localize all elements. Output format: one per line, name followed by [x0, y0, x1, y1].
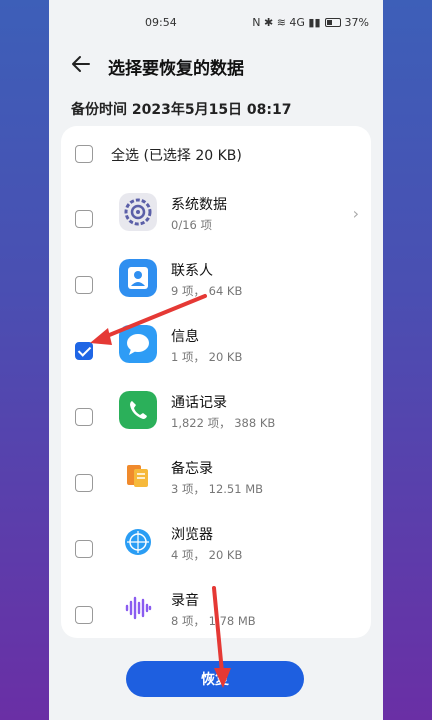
header: 选择要恢复的数据: [49, 42, 383, 88]
list-item-notes[interactable]: 备忘录 3 项， 12.51 MB: [61, 450, 371, 516]
recorder-icon: [119, 589, 157, 627]
list-item-recorder[interactable]: 录音 8 项， 1.78 MB: [61, 582, 371, 638]
list-item-call-log[interactable]: 通话记录 1,822 项， 388 KB: [61, 384, 371, 450]
item-checkbox[interactable]: [75, 276, 93, 294]
browser-icon: [119, 523, 157, 561]
item-detail: 9 项， 64 KB: [171, 284, 243, 298]
item-checkbox[interactable]: [75, 210, 93, 228]
item-detail: 1 项， 20 KB: [171, 350, 243, 364]
list-item-browser[interactable]: 浏览器 4 项， 20 KB: [61, 516, 371, 582]
item-checkbox[interactable]: [75, 540, 93, 558]
status-bar: 09:54 N ✱ ≋ 4G ▮▮ 37%: [49, 0, 383, 42]
select-all-checkbox[interactable]: [75, 145, 93, 163]
notes-icon: [119, 457, 157, 495]
messages-icon: [119, 325, 157, 363]
select-all-label: 全选 (已选择 20 KB): [111, 148, 242, 164]
status-icons: N ✱ ≋ 4G ▮▮ 37%: [252, 16, 369, 29]
contacts-icon: [119, 259, 157, 297]
item-detail: 8 项， 1.78 MB: [171, 614, 256, 628]
phone-screen: 09:54 N ✱ ≋ 4G ▮▮ 37% 选择要恢复的数据 备份时间 2023…: [49, 0, 383, 720]
list-item-contacts[interactable]: 联系人 9 项， 64 KB: [61, 252, 371, 318]
item-name: 浏览器: [171, 527, 213, 543]
item-detail: 4 项， 20 KB: [171, 548, 243, 562]
item-name: 联系人: [171, 263, 213, 279]
page-title: 选择要恢复的数据: [108, 59, 244, 79]
item-name: 系统数据: [171, 197, 227, 213]
status-signal-icons: N ✱ ≋ 4G ▮▮: [252, 16, 321, 29]
item-name: 通话记录: [171, 395, 227, 411]
status-time: 09:54: [145, 16, 177, 29]
list-item-system-data[interactable]: 系统数据 0/16 项 ›: [61, 186, 371, 252]
item-name: 信息: [171, 329, 199, 345]
list-item-messages[interactable]: 信息 1 项， 20 KB: [61, 318, 371, 384]
phone-icon: [119, 391, 157, 429]
item-name: 录音: [171, 593, 199, 609]
item-checkbox[interactable]: [75, 474, 93, 492]
item-checkbox-checked[interactable]: [75, 342, 93, 360]
system-data-icon: [119, 193, 157, 231]
battery-percent: 37%: [344, 16, 369, 29]
chevron-right-icon[interactable]: ›: [353, 204, 359, 223]
battery-icon: [324, 18, 341, 27]
data-list-card: 全选 (已选择 20 KB) 系统数据 0/16 项 › 联系人 9 项， 64…: [61, 126, 371, 638]
select-all-row[interactable]: 全选 (已选择 20 KB): [61, 126, 371, 182]
restore-button[interactable]: 恢复: [126, 661, 304, 697]
item-detail: 1,822 项， 388 KB: [171, 416, 276, 430]
back-arrow-icon[interactable]: [69, 52, 93, 76]
item-checkbox[interactable]: [75, 408, 93, 426]
item-name: 备忘录: [171, 461, 213, 477]
item-detail: 3 项， 12.51 MB: [171, 482, 264, 496]
item-detail: 0/16 项: [171, 218, 212, 232]
item-checkbox[interactable]: [75, 606, 93, 624]
backup-time: 备份时间 2023年5月15日 08:17: [71, 102, 292, 118]
